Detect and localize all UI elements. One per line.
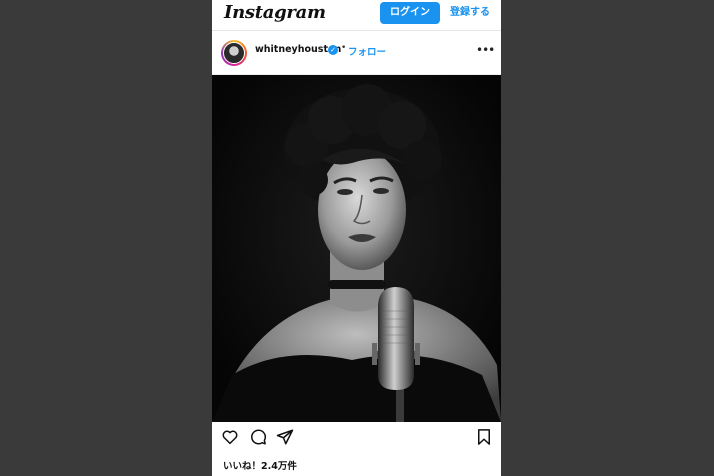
separator-dot: •: [341, 43, 347, 53]
post-header: whitneyhouston ✓ • フォロー •••: [212, 31, 501, 75]
follow-button[interactable]: フォロー: [348, 44, 386, 58]
comment-icon[interactable]: [249, 428, 267, 446]
more-options-icon[interactable]: •••: [476, 43, 495, 57]
portrait-image: [212, 75, 501, 422]
avatar[interactable]: [221, 40, 247, 66]
verified-badge-icon: ✓: [328, 45, 338, 55]
instagram-page: Instagram ログイン 登録する whitneyhouston ✓ • フ…: [212, 0, 501, 476]
bookmark-icon[interactable]: [475, 428, 493, 446]
post-actions: [212, 428, 501, 456]
top-bar: Instagram ログイン 登録する: [212, 0, 501, 31]
login-button[interactable]: ログイン: [380, 2, 440, 24]
instagram-logo[interactable]: Instagram: [224, 2, 326, 23]
signup-link[interactable]: 登録する: [450, 2, 490, 24]
avatar-image: [223, 42, 245, 64]
heart-icon[interactable]: [221, 428, 239, 446]
likes-count[interactable]: いいね！2.4万件: [223, 458, 297, 472]
post-photo[interactable]: [212, 75, 501, 422]
paper-plane-icon[interactable]: [276, 428, 294, 446]
